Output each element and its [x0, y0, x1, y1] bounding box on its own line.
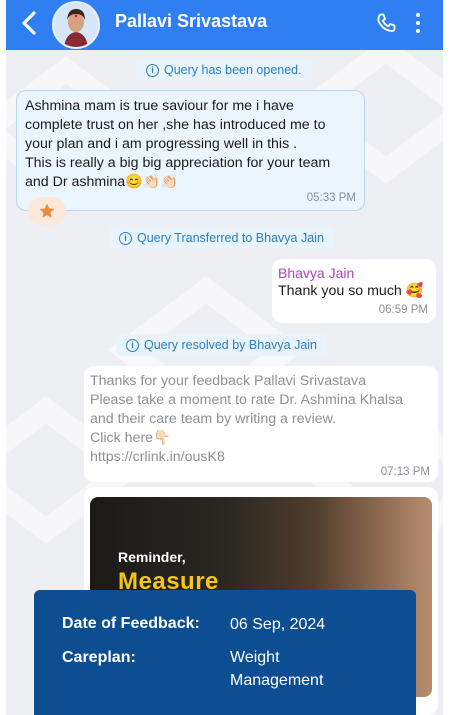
- message-text: Ashmina mam is true saviour for me i hav…: [25, 98, 331, 190]
- phone-icon[interactable]: [374, 11, 398, 35]
- promo-reminder-text: Reminder,: [118, 549, 186, 565]
- feedback-info-panel: Date of Feedback: 06 Sep, 2024 Careplan:…: [34, 590, 416, 715]
- star-icon: [39, 203, 55, 218]
- contact-name: Pallavi Srivastava: [115, 11, 268, 31]
- system-text: Query Transferred to Bhavya Jain: [137, 231, 324, 245]
- message-bubble-incoming[interactable]: Ashmina mam is true saviour for me i hav…: [16, 90, 365, 211]
- system-message-resolved: i Query resolved by Bhavya Jain: [116, 334, 328, 356]
- message-bubble-agent[interactable]: Bhavya Jain Thank you so much 🥰 06:59 PM: [272, 259, 436, 323]
- careplan-value-line1: Weight: [230, 649, 280, 666]
- back-arrow-icon[interactable]: [18, 9, 40, 37]
- system-text: Query resolved by Bhavya Jain: [144, 338, 318, 352]
- avatar[interactable]: [52, 1, 100, 49]
- careplan-label: Careplan:: [62, 649, 136, 666]
- system-text: Query has been opened.: [164, 63, 302, 77]
- system-message-opened: i Query has been opened.: [136, 59, 312, 81]
- date-value: 06 Sep, 2024: [230, 616, 326, 633]
- message-time: 06:59 PM: [378, 304, 428, 316]
- message-bubble-feedback-request[interactable]: Thanks for your feedback Pallavi Srivast…: [84, 366, 438, 482]
- chat-header: Pallavi Srivastava: [6, 0, 443, 50]
- careplan-value-line2: Management: [230, 672, 324, 689]
- star-reaction[interactable]: [28, 197, 66, 225]
- message-text: Thanks for your feedback Pallavi Srivast…: [90, 372, 432, 467]
- message-text: Thank you so much 🥰: [278, 283, 424, 299]
- sender-name: Bhavya Jain: [278, 265, 355, 281]
- message-time: 05:33 PM: [306, 192, 356, 204]
- info-icon: i: [146, 63, 159, 77]
- message-time: 07:13 PM: [380, 466, 430, 478]
- info-icon: i: [126, 338, 139, 352]
- date-label: Date of Feedback:: [62, 615, 200, 632]
- system-message-transferred: i Query Transferred to Bhavya Jain: [109, 227, 334, 249]
- more-vertical-icon[interactable]: [414, 11, 422, 35]
- info-icon: i: [119, 231, 132, 245]
- review-link[interactable]: https://crlink.in/ousK8: [90, 448, 432, 467]
